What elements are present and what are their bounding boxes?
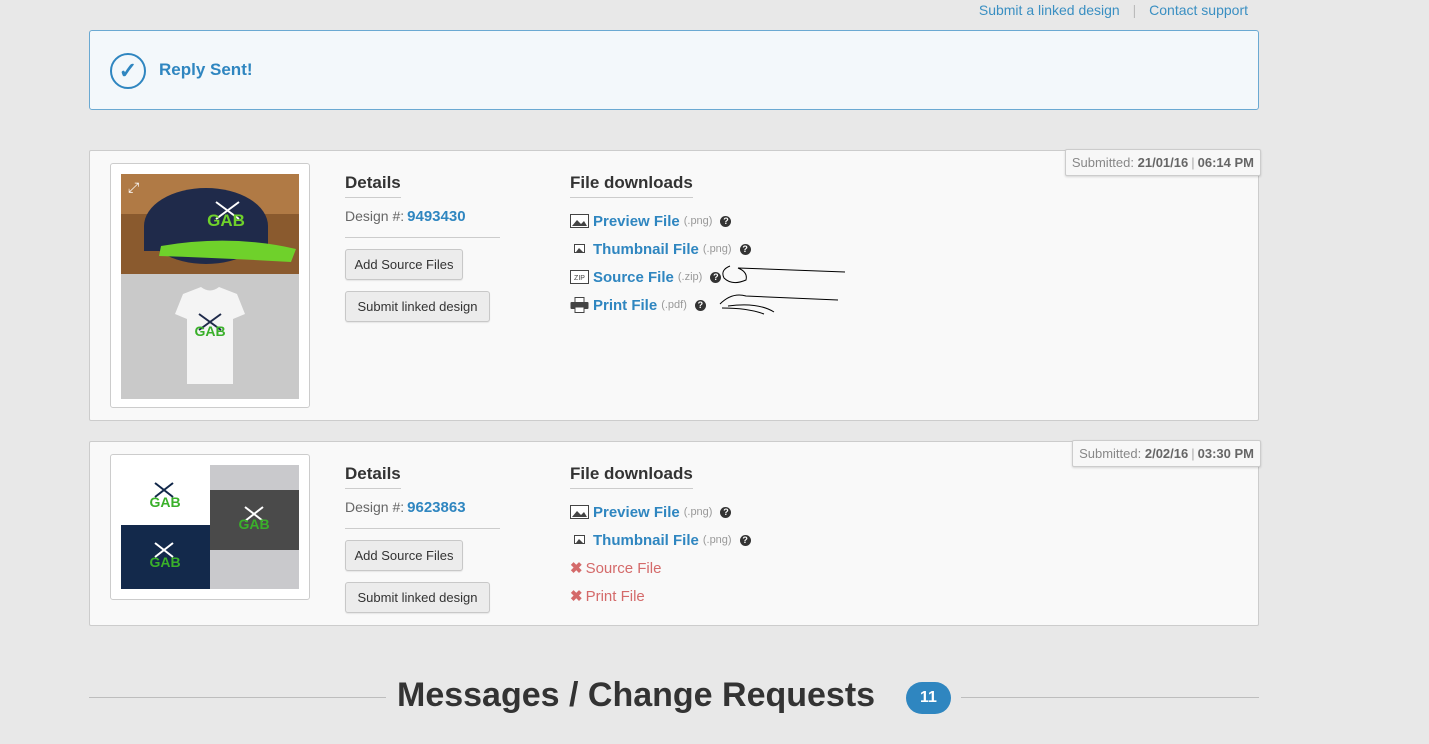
alert-message: Reply Sent! (159, 60, 253, 79)
top-links: Submit a linked design | Contact support (979, 2, 1248, 18)
reply-sent-alert: ✓ Reply Sent! (89, 30, 1259, 110)
design-thumbnail[interactable]: GAB GAB GAB (110, 454, 310, 600)
submitted-label: Submitted: (1071, 155, 1134, 170)
print-file-link[interactable]: Print File (593, 297, 657, 314)
help-icon[interactable]: ? (694, 299, 706, 311)
messages-section-header: Messages / Change Requests 11 (89, 672, 1259, 722)
details-heading: Details (345, 464, 401, 489)
help-icon[interactable]: ? (720, 215, 732, 227)
design-number-label: Design #: (345, 499, 405, 515)
file-row-print-missing: ✖ Print File (570, 582, 890, 610)
submit-linked-design-button[interactable]: Submit linked design (345, 582, 490, 613)
divider-line (89, 697, 386, 698)
logo-navy-text: GAB (149, 554, 180, 570)
thumbnail-file-link[interactable]: Thumbnail File (593, 241, 699, 258)
file-extension: (.png) (702, 534, 732, 546)
image-icon (570, 505, 589, 519)
timestamp-separator: | (1191, 155, 1195, 170)
small-image-icon (570, 533, 589, 547)
file-extension: (.pdf) (661, 299, 687, 311)
submitted-time: 03:30 PM (1197, 446, 1254, 461)
preview-file-link[interactable]: Preview File (593, 213, 680, 230)
submitted-timestamp: Submitted: 2/02/16 | 03:30 PM (1072, 440, 1261, 467)
svg-text:ZIP: ZIP (574, 275, 585, 282)
design-number-link[interactable]: 9623863 (407, 499, 465, 516)
file-downloads-heading: File downloads (570, 464, 693, 489)
submit-linked-design-button[interactable]: Submit linked design (345, 291, 490, 322)
shirt-logo-text: GAB (194, 323, 225, 339)
top-links-separator: | (1132, 2, 1137, 18)
thumbnail-file-link[interactable]: Thumbnail File (593, 532, 699, 549)
divider-line (961, 697, 1259, 698)
zip-icon: ZIP (570, 270, 589, 284)
submitted-time: 06:14 PM (1197, 155, 1254, 170)
cap-logo-text: GAB (207, 211, 245, 230)
print-file-unavailable: Print File (585, 587, 645, 605)
file-extension: (.zip) (677, 271, 703, 283)
file-row-preview: Preview File (.png) ? (570, 498, 890, 526)
file-extension: (.png) (683, 506, 713, 518)
image-icon (570, 214, 589, 228)
submitted-date: 21/01/16 (1137, 155, 1189, 170)
help-icon[interactable]: ? (720, 506, 732, 518)
x-icon: ✖ (570, 560, 583, 577)
preview-file-link[interactable]: Preview File (593, 504, 680, 521)
help-icon[interactable]: ? (739, 534, 751, 546)
add-source-files-button[interactable]: Add Source Files (345, 249, 463, 280)
file-extension: (.png) (683, 215, 713, 227)
design-number-label: Design #: (345, 208, 405, 224)
messages-title: Messages / Change Requests (397, 676, 876, 714)
contact-support-link[interactable]: Contact support (1149, 2, 1248, 18)
hand-drawn-arrows (719, 265, 846, 315)
source-file-unavailable: Source File (585, 559, 662, 577)
design-preview-image: GAB GAB GAB (121, 465, 299, 589)
add-source-files-button[interactable]: Add Source Files (345, 540, 463, 571)
checkmark-icon: ✓ (110, 53, 146, 89)
logo-dark-text: GAB (238, 516, 269, 532)
design-number-link[interactable]: 9493430 (407, 208, 465, 225)
design-thumbnail[interactable]: GAB GAB ⤢ (110, 163, 310, 408)
file-row-preview: Preview File (.png) ? (570, 207, 890, 235)
timestamp-separator: | (1191, 446, 1195, 461)
file-row-thumbnail: Thumbnail File (.png) ? (570, 235, 890, 263)
source-file-link[interactable]: Source File (593, 269, 674, 286)
printer-icon (570, 297, 589, 313)
details-panel: Details Design #: 9623863 Add Source File… (345, 464, 500, 613)
file-downloads-heading: File downloads (570, 173, 693, 198)
logo-white-text: GAB (149, 494, 180, 510)
file-extension: (.png) (702, 243, 732, 255)
design-preview-image: GAB GAB (121, 174, 299, 399)
submitted-date: 2/02/16 (1144, 446, 1189, 461)
help-icon[interactable]: ? (739, 243, 751, 255)
design-card: Submitted: 2/02/16 | 03:30 PM GAB GAB GAB … (89, 440, 1261, 626)
file-downloads-panel: File downloads Preview File (.png) ? Thu… (570, 464, 890, 610)
submit-linked-design-link[interactable]: Submit a linked design (979, 2, 1120, 18)
expand-icon[interactable]: ⤢ (128, 179, 139, 196)
file-row-source-missing: ✖ Source File (570, 554, 890, 582)
details-heading: Details (345, 173, 401, 198)
design-number-row: Design #: 9493430 (345, 208, 500, 238)
file-row-thumbnail: Thumbnail File (.png) ? (570, 526, 890, 554)
details-panel: Details Design #: 9493430 Add Source File… (345, 173, 500, 322)
small-image-icon (570, 242, 589, 256)
submitted-label: Submitted: (1079, 446, 1142, 461)
submitted-timestamp: Submitted: 21/01/16 | 06:14 PM (1064, 149, 1261, 176)
design-number-row: Design #: 9623863 (345, 499, 500, 529)
messages-count-badge: 11 (906, 682, 951, 714)
x-icon: ✖ (570, 588, 583, 605)
design-card: Submitted: 21/01/16 | 06:14 PM GAB GAB ⤢ D… (89, 149, 1261, 421)
